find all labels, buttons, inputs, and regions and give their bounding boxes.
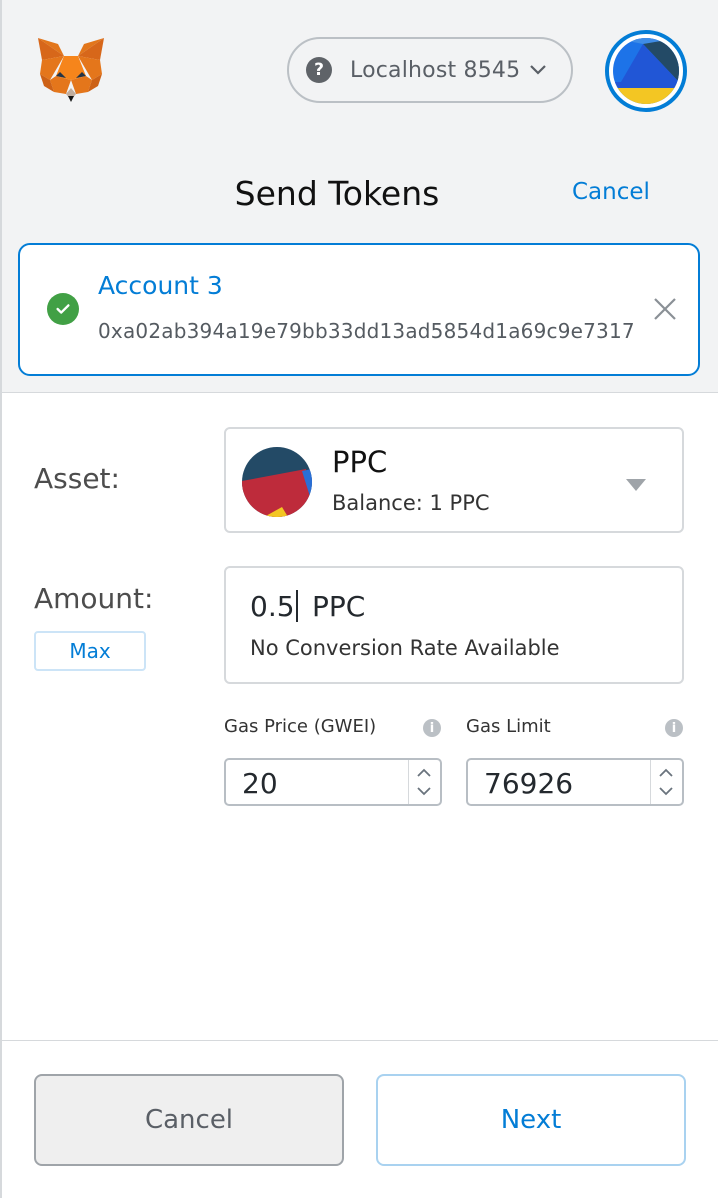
gas-limit-label: Gas Limit [466,716,551,737]
asset-balance: Balance: 1 PPC [332,491,490,515]
amount-unit: PPC [312,590,366,623]
text-cursor [296,590,298,622]
info-icon[interactable]: i [665,719,683,737]
recipient-name: Account 3 [98,271,223,300]
dropdown-caret-icon [626,479,646,491]
stepper-down-icon[interactable] [417,786,431,796]
amount-value: 0.5 [250,590,295,623]
footer-divider [2,1040,718,1041]
gas-limit-input[interactable]: 76926 [466,758,684,806]
next-button[interactable]: Next [376,1074,686,1166]
token-identicon [242,447,312,517]
gas-price-label: Gas Price (GWEI) [224,716,377,737]
gas-limit-stepper[interactable] [650,760,682,804]
amount-label: Amount: [34,582,154,615]
close-icon[interactable] [652,296,678,322]
stepper-up-icon[interactable] [659,768,673,778]
gas-price-value: 20 [242,767,278,800]
asset-selector[interactable]: PPC Balance: 1 PPC [224,427,684,533]
cancel-button[interactable]: Cancel [34,1074,344,1166]
recipient-card[interactable]: Account 3 0xa02ab394a19e79bb33dd13ad5854… [18,243,700,376]
help-icon: ? [306,57,332,83]
chevron-down-icon [530,65,546,75]
check-circle-icon [47,293,79,325]
stepper-down-icon[interactable] [659,786,673,796]
network-selector[interactable]: ? Localhost 8545 [287,37,573,103]
amount-input[interactable]: 0.5 PPC No Conversion Rate Available [224,566,684,684]
header-cancel-link[interactable]: Cancel [572,179,650,205]
stepper-up-icon[interactable] [417,768,431,778]
gas-price-input[interactable]: 20 [224,758,442,806]
account-identicon[interactable] [605,30,687,112]
max-button[interactable]: Max [34,631,146,671]
network-label: Localhost 8545 [350,57,521,83]
recipient-address: 0xa02ab394a19e79bb33dd13ad5854d1a69c9e73… [98,319,635,343]
asset-symbol: PPC [332,445,388,479]
conversion-note: No Conversion Rate Available [250,636,560,660]
gas-limit-value: 76926 [484,767,574,800]
info-icon[interactable]: i [423,719,441,737]
metamask-fox-icon[interactable] [36,36,106,102]
asset-label: Asset: [34,462,120,495]
send-header: Send Tokens Cancel Account 3 0xa02ab394a… [2,148,718,393]
gas-price-stepper[interactable] [408,760,440,804]
app-header: ? Localhost 8545 [2,0,718,148]
